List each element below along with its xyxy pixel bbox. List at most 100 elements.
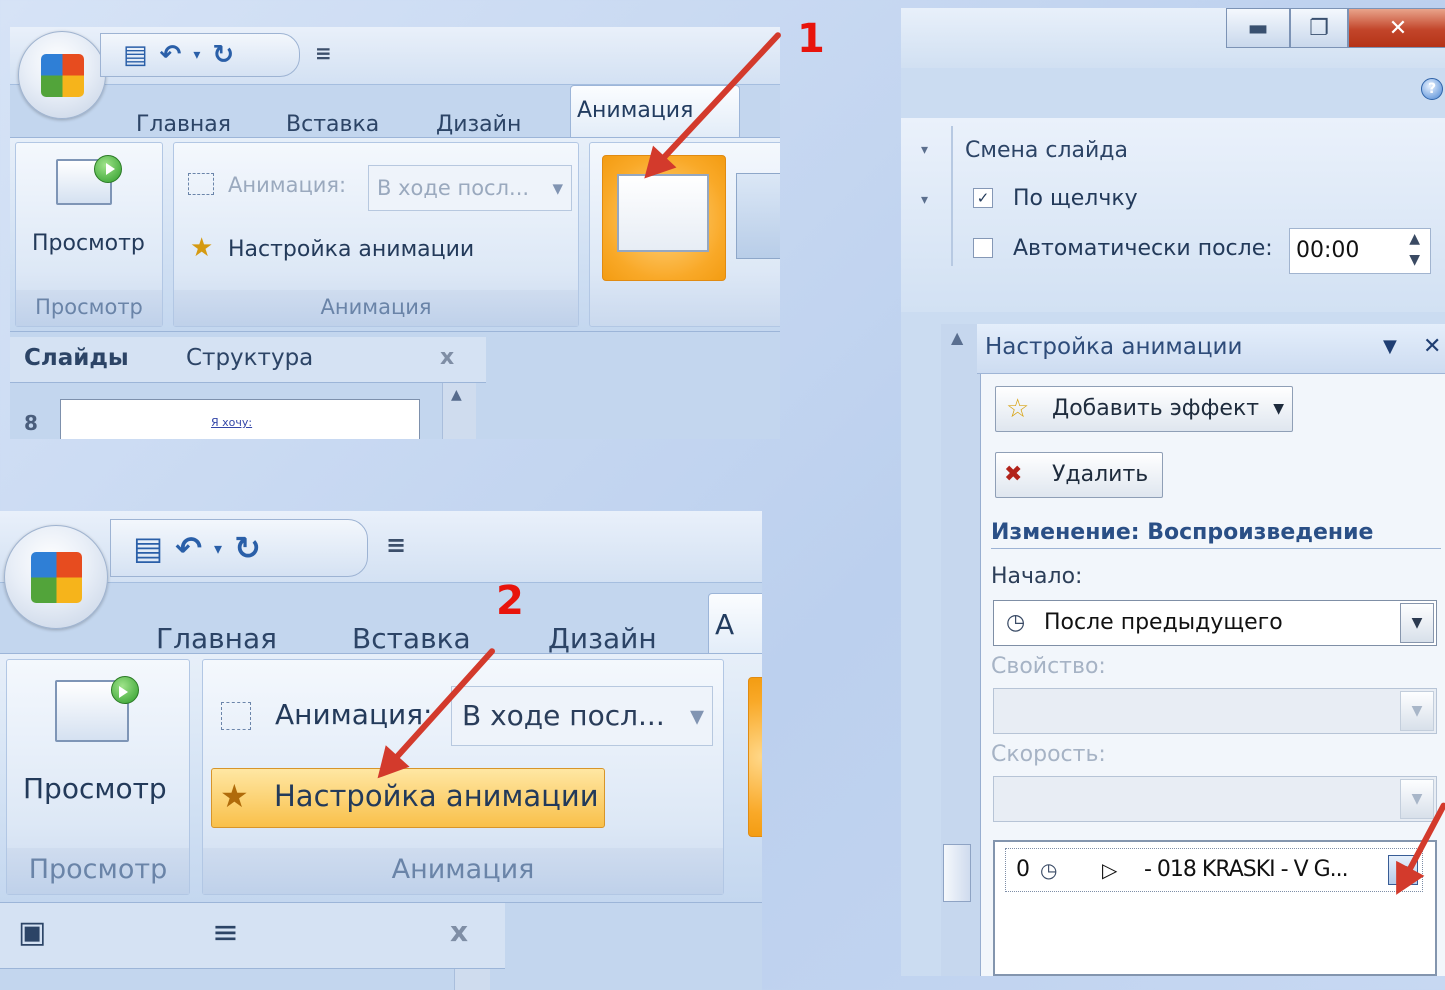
group-label-preview: Просмотр — [16, 290, 162, 326]
tab-design[interactable]: Дизайн — [542, 622, 708, 655]
slide-thumbnail-text: Я хочу: — [211, 416, 253, 429]
animation-combo[interactable]: В ходе посл... ▾ — [368, 165, 572, 211]
tab-animations[interactable]: А — [708, 593, 762, 655]
pane-scrollbar[interactable]: ▲ — [941, 324, 981, 976]
custom-animation-button[interactable]: Настройка анимации — [228, 237, 474, 262]
tab-animations[interactable]: Анимация — [570, 85, 740, 137]
slides-tab-icon[interactable]: ▣ — [18, 915, 46, 950]
remove-label: Удалить — [1052, 462, 1149, 487]
animation-combo[interactable]: В ходе посл... ▾ — [451, 686, 713, 746]
quick-access-toolbar: ▤ ↶ ▾ ↻ — [110, 519, 368, 577]
chevron-down-icon[interactable]: ▾ — [921, 192, 928, 208]
minimize-icon[interactable]: ▬ — [1226, 8, 1290, 48]
redo-icon[interactable]: ↻ — [212, 40, 234, 70]
outline-tab-icon[interactable]: ≡ — [212, 913, 239, 951]
on-click-label: По щелчку — [1013, 186, 1138, 211]
auto-after-checkbox[interactable] — [973, 238, 993, 258]
modify-section-title: Изменение: Воспроизведение — [991, 520, 1374, 545]
restore-icon[interactable]: ❐ — [1290, 8, 1348, 48]
preview-button[interactable]: Просмотр — [23, 772, 167, 805]
animation-label: Анимация: — [275, 698, 433, 731]
save-icon[interactable]: ▤ — [133, 529, 163, 567]
close-window-icon[interactable]: ✕ — [1348, 8, 1445, 48]
list-item[interactable]: 0 ◷ ▷ - 018 KRASKI - V G... ▼ — [1005, 848, 1423, 892]
speed-select[interactable]: ▼ — [993, 776, 1437, 822]
animation-group: Анимация: В ходе посл... ▾ ★ Настройка а… — [202, 659, 724, 895]
tab-home[interactable]: Главная — [150, 622, 346, 655]
tab-outline[interactable]: Структура — [186, 345, 313, 371]
close-icon[interactable]: x — [450, 915, 468, 948]
help-icon[interactable]: ? — [1421, 78, 1443, 100]
chevron-down-icon[interactable]: ▼ — [1400, 603, 1434, 643]
tab-design[interactable]: Дизайн — [430, 112, 570, 137]
customize-qat-icon[interactable]: ≡ — [386, 531, 406, 559]
group-divider — [951, 126, 953, 266]
undo-dropdown-icon[interactable]: ▾ — [214, 539, 222, 558]
custom-animation-label: Настройка анимации — [274, 779, 599, 813]
add-effect-button[interactable]: ☆ Добавить эффект ▼ — [995, 386, 1293, 432]
auto-after-time-input[interactable]: 00:00 ▲ ▼ — [1289, 228, 1431, 274]
scroll-up-icon[interactable]: ▲ — [951, 328, 963, 347]
chevron-down-icon[interactable]: ▼ — [1400, 779, 1434, 819]
office-button[interactable] — [4, 525, 108, 629]
step-number-1: 1 — [797, 16, 825, 62]
undo-icon[interactable]: ↶ — [175, 529, 202, 567]
remove-button[interactable]: ✖ Удалить — [995, 452, 1163, 498]
slide-thumbnail[interactable]: Я хочу: — [60, 399, 420, 439]
undo-dropdown-icon[interactable]: ▾ — [193, 47, 200, 63]
undo-icon[interactable]: ↶ — [160, 40, 182, 70]
start-label: Начало: — [991, 564, 1083, 589]
animation-icon — [188, 173, 214, 195]
animation-combo-value: В ходе посл... — [462, 699, 665, 732]
property-label: Свойство: — [991, 654, 1106, 679]
chevron-down-icon: ▾ — [689, 699, 704, 732]
group-label-animation: Анимация — [203, 848, 723, 894]
save-icon[interactable]: ▤ — [123, 40, 148, 70]
close-pane-icon[interactable]: ✕ — [1423, 334, 1441, 359]
tab-insert[interactable]: Вставка — [346, 622, 542, 655]
tab-slides[interactable]: Слайды — [24, 345, 129, 371]
effect-name: - 018 KRASKI - V G... — [1144, 857, 1349, 882]
transition-thumbnail[interactable] — [736, 173, 780, 259]
close-icon[interactable]: x — [440, 345, 454, 370]
chevron-down-icon[interactable]: ▾ — [921, 142, 928, 158]
pane-options-chevron-icon[interactable]: ▼ — [1383, 336, 1397, 357]
remove-icon: ✖ — [1004, 462, 1023, 487]
chevron-down-icon: ▾ — [552, 176, 563, 200]
scroll-up-icon[interactable]: ▲ — [451, 387, 462, 403]
transition-thumbnail-selected[interactable] — [748, 677, 762, 837]
property-select[interactable]: ▼ — [993, 688, 1437, 734]
preview-icon — [55, 676, 139, 742]
slides-scrollbar[interactable]: ▲ — [442, 383, 476, 439]
on-click-checkbox[interactable]: ✓ — [973, 188, 993, 208]
preview-button[interactable]: Просмотр — [32, 231, 145, 256]
speed-label: Скорость: — [991, 742, 1106, 767]
auto-after-time-value: 00:00 — [1296, 238, 1360, 263]
scroll-thumb[interactable] — [943, 844, 971, 902]
add-effect-label: Добавить эффект — [1052, 396, 1260, 421]
slides-pane-tabs: ▣ ≡ x — [0, 903, 505, 969]
section-divider — [991, 548, 1441, 549]
slides-pane-tabs: Слайды Структура x — [10, 337, 486, 383]
effect-order: 0 — [1016, 857, 1030, 882]
animation-group: Анимация: В ходе посл... ▾ ★ Настройка а… — [173, 142, 579, 327]
custom-animation-icon: ★ — [220, 777, 249, 815]
office-button[interactable] — [18, 31, 106, 119]
clock-icon: ◷ — [1006, 610, 1026, 635]
play-icon — [106, 163, 115, 175]
slides-scrollbar[interactable] — [454, 969, 490, 990]
quick-access-toolbar: ▤ ↶ ▾ ↻ — [100, 33, 300, 77]
play-effect-icon: ▷ — [1102, 858, 1118, 882]
tab-home[interactable]: Главная — [130, 112, 280, 137]
custom-animation-button[interactable]: ★ Настройка анимации — [211, 768, 605, 828]
animation-combo-value: В ходе посл... — [377, 176, 530, 200]
customize-qat-icon[interactable]: ≡ — [315, 41, 332, 65]
slide-number: 8 — [24, 411, 38, 435]
start-select[interactable]: ◷ После предыдущего ▼ — [993, 600, 1437, 646]
tab-insert[interactable]: Вставка — [280, 112, 430, 137]
preview-group: Просмотр Просмотр — [6, 659, 190, 895]
chevron-down-icon[interactable]: ▼ — [1400, 691, 1434, 731]
redo-icon[interactable]: ↻ — [234, 529, 261, 567]
spin-up-down-icon[interactable]: ▲ ▼ — [1409, 229, 1420, 271]
chevron-down-icon: ▼ — [1273, 401, 1284, 417]
